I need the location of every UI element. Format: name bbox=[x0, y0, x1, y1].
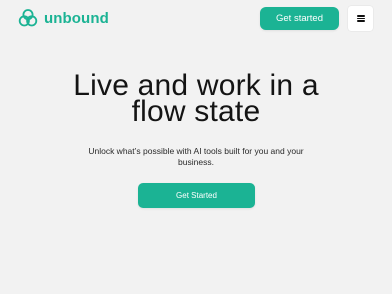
brand-link[interactable]: unbound bbox=[18, 8, 109, 28]
get-started-header-button[interactable]: Get started bbox=[260, 7, 339, 30]
hero-title-line2: flow state bbox=[131, 95, 261, 128]
hero-subtitle: Unlock what’s possible with AI tools bui… bbox=[70, 146, 322, 168]
hero-title: Live and work in a flow state bbox=[0, 71, 392, 128]
hamburger-menu-icon bbox=[356, 15, 365, 22]
hero-subtitle-line2: business. bbox=[178, 157, 214, 167]
menu-button[interactable] bbox=[348, 6, 373, 31]
landing-page: unbound Get started Live and work in a f… bbox=[0, 0, 392, 294]
triple-circle-logo-icon bbox=[18, 9, 38, 27]
brand-name: unbound bbox=[44, 9, 109, 27]
site-header: unbound Get started bbox=[0, 0, 392, 38]
hero-subtitle-line1: Unlock what’s possible with AI tools bui… bbox=[88, 146, 304, 156]
get-started-hero-button[interactable]: Get Started bbox=[138, 183, 255, 208]
